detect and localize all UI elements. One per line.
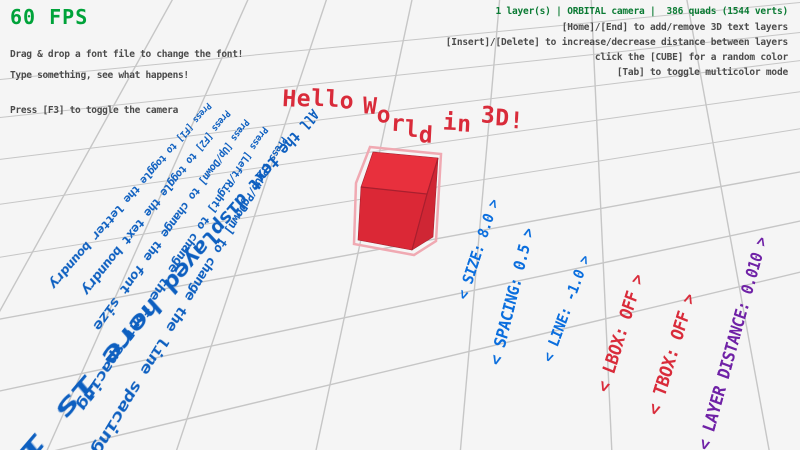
hint-camera: Press [F3] to toggle the camera (10, 106, 178, 116)
hello-letter: W (362, 93, 378, 120)
hello-letter: e (296, 86, 312, 113)
hello-letter: i (442, 109, 458, 136)
hint-type: Type something, see what happens! (10, 71, 189, 81)
hint-distance: [Insert]/[Delete] to increase/decrease d… (446, 38, 788, 48)
status-bar: 1 layer(s) | ORBITAL camera | 386 quads … (495, 7, 788, 17)
hint-drag-drop: Drag & drop a font file to change the fo… (10, 50, 243, 60)
hello-letter: n (457, 111, 473, 138)
hello-letter: D (495, 105, 511, 132)
hello-letter: o (376, 102, 392, 129)
hello-letter: o (339, 88, 355, 115)
fps-counter: 60 FPS (10, 6, 88, 28)
raylib-3d-text-demo-window: Press [F1] to toggle the letter boundry … (0, 0, 800, 450)
hello-letter: ! (509, 108, 525, 135)
hello-letter: d (418, 122, 434, 149)
hello-letter: r (390, 111, 406, 138)
hello-letter: l (310, 86, 326, 113)
hint-multicolor: [Tab] to toggle multicolor mode (617, 68, 788, 78)
cube[interactable] (354, 147, 441, 255)
hello-letter: l (404, 116, 420, 143)
hint-cube: click the [CUBE] for a random color (595, 53, 788, 63)
hint-layers: [Home]/[End] to add/remove 3D text layer… (562, 23, 788, 33)
hello-letter: 3 (480, 102, 496, 129)
hello-letter: H (282, 86, 298, 113)
hello-letter: l (325, 86, 341, 113)
